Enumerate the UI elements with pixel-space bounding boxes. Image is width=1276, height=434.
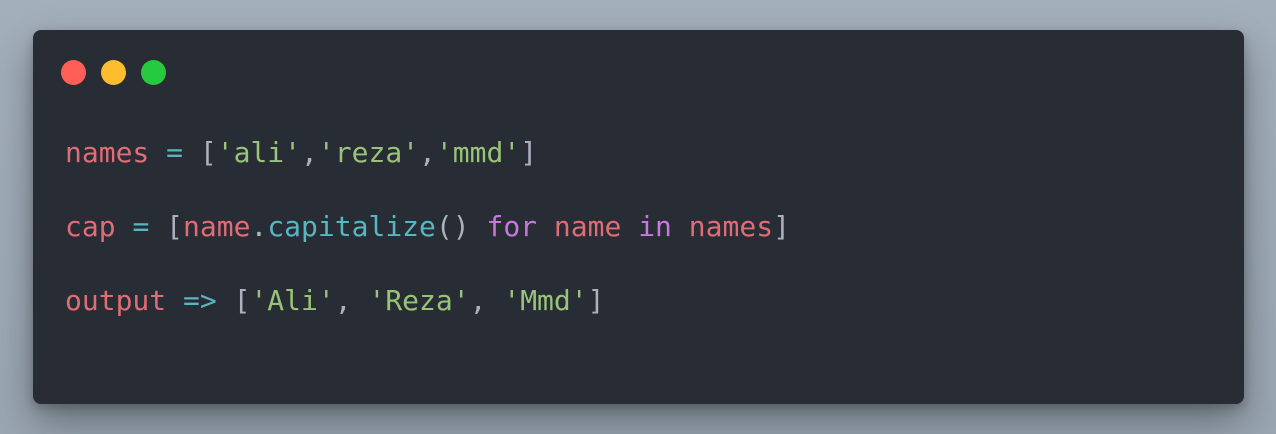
code-token-punc: ] [773, 210, 790, 243]
code-token-fn: capitalize [267, 210, 436, 243]
code-token-punc: . [250, 210, 268, 243]
code-token-var: names [688, 210, 774, 243]
code-token-punc: ] [520, 136, 538, 169]
code-token-punc [183, 136, 200, 169]
code-line: names = ['ali','reza','mmd'] [65, 134, 790, 171]
code-window: names = ['ali','reza','mmd'] cap = [name.… [33, 30, 1244, 404]
code-token-punc: () [435, 210, 470, 243]
code-token-kw: for [486, 210, 538, 243]
code-token-punc [217, 284, 234, 317]
code-token-punc [470, 210, 487, 243]
code-token-str: 'Mmd' [503, 284, 588, 317]
code-token-punc: [ [199, 136, 217, 169]
code-token-punc: , [301, 136, 318, 169]
code-token-str: 'Reza' [368, 284, 470, 317]
code-token-punc [149, 210, 166, 243]
code-token-str: 'reza' [317, 136, 420, 169]
code-token-punc [166, 284, 183, 317]
code-token-var: output [65, 284, 167, 317]
code-token-punc [116, 210, 133, 243]
code-token-str: 'ali' [216, 136, 302, 169]
code-token-var: cap [65, 210, 116, 243]
code-block: names = ['ali','reza','mmd'] cap = [name.… [65, 134, 790, 319]
code-token-op: = [132, 210, 150, 243]
code-token-punc [672, 210, 689, 243]
code-token-punc: , [334, 284, 369, 317]
code-line: output => ['Ali', 'Reza', 'Mmd'] [65, 282, 790, 319]
code-token-str: 'Ali' [250, 284, 335, 317]
code-token-punc [537, 210, 554, 243]
code-token-str: 'mmd' [435, 136, 521, 169]
code-token-var: name [183, 210, 251, 243]
code-token-var: names [65, 136, 150, 169]
maximize-dot-icon[interactable] [141, 60, 166, 85]
code-line: cap = [name.capitalize() for name in nam… [65, 208, 790, 245]
code-token-op: => [183, 284, 217, 317]
code-token-punc: , [469, 284, 504, 317]
code-token-punc: , [419, 136, 436, 169]
window-controls [61, 60, 166, 85]
code-token-kw: in [638, 210, 672, 243]
code-token-punc: ] [587, 284, 605, 317]
minimize-dot-icon[interactable] [101, 60, 126, 85]
code-token-punc [621, 210, 638, 243]
code-token-punc: [ [166, 210, 184, 243]
code-token-op: = [166, 136, 184, 169]
close-dot-icon[interactable] [61, 60, 86, 85]
code-token-punc [149, 136, 166, 169]
code-token-var: name [553, 210, 622, 243]
code-token-punc: [ [233, 284, 251, 317]
